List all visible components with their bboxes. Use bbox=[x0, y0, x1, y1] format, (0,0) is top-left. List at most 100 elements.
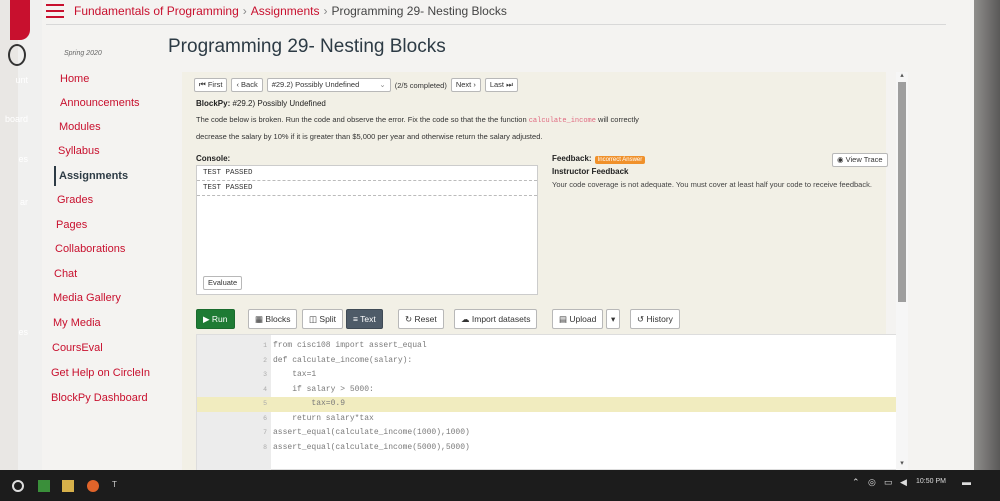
first-button[interactable]: ⏮ First bbox=[194, 78, 228, 92]
code-line[interactable]: 2 def calculate_income(salary): bbox=[197, 354, 901, 369]
next-button[interactable]: Next › bbox=[450, 78, 481, 92]
problem-select-value: #29.2) Possibly Undefined bbox=[271, 80, 360, 89]
course-nav-syllabus[interactable]: Syllabus bbox=[58, 145, 100, 157]
course-nav-home[interactable]: Home bbox=[60, 73, 89, 85]
menu-icon[interactable] bbox=[46, 4, 64, 18]
global-nav-label-more[interactable]: es bbox=[0, 327, 28, 337]
upload-label: Upload bbox=[569, 314, 597, 324]
code-line-highlighted[interactable]: 5 tax=0.9 bbox=[197, 397, 901, 412]
next-label: Next bbox=[455, 80, 472, 89]
console-output[interactable]: TEST PASSED TEST PASSED Evaluate bbox=[196, 165, 538, 295]
code-text: return salary*tax bbox=[273, 413, 374, 423]
header-divider bbox=[46, 24, 946, 25]
breadcrumb-assignments[interactable]: Assignments bbox=[251, 4, 320, 18]
course-nav-courseval[interactable]: CoursEval bbox=[52, 342, 103, 354]
blocks-icon: ▦ bbox=[255, 314, 266, 324]
code-line[interactable]: 3 tax=1 bbox=[197, 368, 901, 383]
code-line[interactable]: 1 from cisc108 import assert_equal bbox=[197, 339, 901, 354]
blocks-label: Blocks bbox=[265, 314, 291, 324]
view-trace-button[interactable]: ◉ View Trace bbox=[832, 153, 888, 167]
caret-down-icon: ▾ bbox=[611, 314, 616, 324]
upload-button[interactable]: ▤ Upload bbox=[552, 309, 604, 329]
volume-icon[interactable]: ◀ bbox=[900, 477, 907, 488]
course-nav-circlein[interactable]: Get Help on CircleIn bbox=[51, 367, 150, 379]
code-line[interactable]: 7 assert_equal(calculate_income(1000),100… bbox=[197, 426, 901, 441]
task-desc-line2: decrease the salary by 10% if it is grea… bbox=[196, 132, 543, 141]
app-icon[interactable] bbox=[38, 480, 50, 492]
taskbar: T bbox=[0, 470, 1000, 501]
course-nav-grades[interactable]: Grades bbox=[57, 194, 93, 206]
scroll-up-icon[interactable]: ▴ bbox=[898, 72, 906, 80]
breadcrumb-course[interactable]: Fundamentals of Programming bbox=[74, 4, 239, 18]
notification-icon[interactable]: ▬ bbox=[962, 477, 971, 487]
chevron-down-icon: ⌄ bbox=[379, 80, 386, 89]
clock[interactable]: 10:50 PM bbox=[916, 478, 946, 485]
search-icon[interactable] bbox=[12, 480, 24, 492]
code-text: assert_equal(calculate_income(5000),5000… bbox=[273, 442, 470, 452]
code-text: if salary > 5000: bbox=[273, 384, 374, 394]
page-title: Programming 29- Nesting Blocks bbox=[168, 36, 446, 57]
course-nav-collaborations[interactable]: Collaborations bbox=[55, 243, 125, 255]
chevron-right-icon: › bbox=[242, 4, 247, 18]
firefox-icon[interactable] bbox=[87, 480, 99, 492]
scrollbar-thumb[interactable] bbox=[898, 82, 906, 302]
global-nav-label-dashboard[interactable]: board bbox=[0, 114, 28, 124]
chevron-up-icon[interactable]: ⌃ bbox=[852, 477, 860, 488]
code-line[interactable]: 4 if salary > 5000: bbox=[197, 383, 901, 398]
monitor-icon[interactable]: ▭ bbox=[884, 477, 893, 488]
history-label: History bbox=[646, 314, 673, 324]
skip-forward-icon: ⏭ bbox=[504, 80, 513, 89]
course-nav-announcements[interactable]: Announcements bbox=[60, 97, 140, 109]
account-icon[interactable] bbox=[8, 44, 26, 66]
course-nav-chat[interactable]: Chat bbox=[54, 268, 77, 280]
line-number: 5 bbox=[263, 400, 267, 407]
course-nav-media-gallery[interactable]: Media Gallery bbox=[53, 292, 121, 304]
blocks-button[interactable]: ▦ Blocks bbox=[248, 309, 298, 329]
last-button[interactable]: Last ⏭ bbox=[484, 78, 518, 92]
upload-dropdown-button[interactable]: ▾ bbox=[606, 309, 621, 329]
text-button[interactable]: ≡ Text bbox=[346, 309, 383, 329]
line-number: 3 bbox=[263, 371, 267, 378]
course-nav-assignments[interactable]: Assignments bbox=[54, 166, 128, 186]
logo[interactable] bbox=[10, 0, 30, 40]
code-line[interactable]: 8 assert_equal(calculate_income(5000),500… bbox=[197, 441, 901, 456]
console-label: Console: bbox=[196, 154, 231, 163]
problem-select[interactable]: #29.2) Possibly Undefined ⌄ bbox=[266, 78, 391, 92]
screen: unt board es ar es Fundamentals of Progr… bbox=[0, 0, 1000, 501]
network-icon[interactable]: ◎ bbox=[868, 477, 876, 488]
run-button[interactable]: ▶ Run bbox=[196, 309, 235, 329]
back-label: Back bbox=[241, 80, 258, 89]
code-text: def calculate_income(salary): bbox=[273, 355, 413, 365]
cloud-icon: ☁ bbox=[461, 314, 472, 324]
global-nav-label-account[interactable]: unt bbox=[0, 75, 28, 85]
line-number: 2 bbox=[263, 356, 267, 364]
reset-button[interactable]: ↻ Reset bbox=[398, 309, 444, 329]
course-nav-pages[interactable]: Pages bbox=[56, 219, 87, 231]
code-editor[interactable]: 1 from cisc108 import assert_equal 2 def c… bbox=[196, 334, 901, 471]
course-nav-modules[interactable]: Modules bbox=[59, 121, 101, 133]
code-text: assert_equal(calculate_income(1000),1000… bbox=[273, 428, 470, 437]
code-line[interactable]: 6 return salary*tax bbox=[197, 412, 901, 427]
blockpy-panel: ⏮ First ‹ Back #29.2) Possibly Undefined… bbox=[182, 72, 901, 471]
skip-back-icon: ⏮ bbox=[199, 80, 208, 89]
split-button[interactable]: ◫ Split bbox=[302, 309, 343, 329]
line-number: 7 bbox=[263, 429, 267, 436]
global-nav-label-courses[interactable]: es bbox=[0, 154, 28, 164]
feedback-label-text: Feedback: bbox=[552, 154, 592, 163]
back-button[interactable]: ‹ Back bbox=[231, 78, 263, 92]
global-nav-label-calendar[interactable]: ar bbox=[0, 197, 28, 207]
line-number: 1 bbox=[263, 342, 267, 349]
course-nav-my-media[interactable]: My Media bbox=[53, 317, 101, 329]
history-button[interactable]: ↺ History bbox=[630, 309, 680, 329]
file-explorer-icon[interactable] bbox=[62, 480, 74, 492]
line-number: 6 bbox=[263, 414, 267, 422]
import-datasets-button[interactable]: ☁ Import datasets bbox=[454, 309, 538, 329]
browser-page: unt board es ar es Fundamentals of Progr… bbox=[5, 0, 974, 471]
first-label: First bbox=[207, 80, 223, 89]
app-icon[interactable]: T bbox=[112, 480, 124, 492]
evaluate-button[interactable]: Evaluate bbox=[203, 276, 243, 290]
split-label: Split bbox=[319, 314, 336, 324]
course-nav-blockpy-dashboard[interactable]: BlockPy Dashboard bbox=[51, 392, 148, 404]
scroll-down-icon[interactable]: ▾ bbox=[898, 460, 906, 468]
breadcrumb: Fundamentals of Programming › Assignments ›… bbox=[74, 4, 507, 18]
